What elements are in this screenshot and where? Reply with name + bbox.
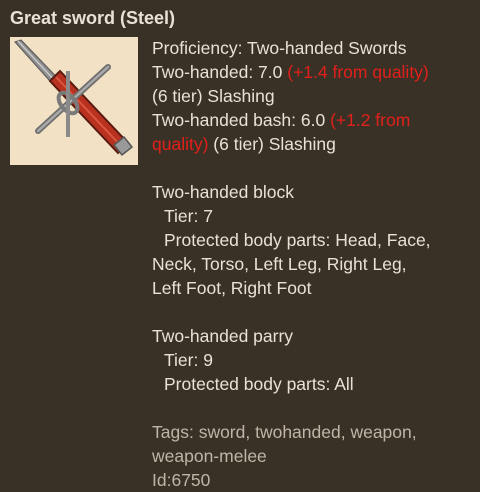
bash-damage: Two-handed bash: 6.0 (+1.2 from [152, 108, 474, 132]
item-title: Great sword (Steel) [10, 8, 176, 28]
two-handed-damage: Two-handed: 7.0 (+1.4 from quality) [152, 60, 474, 84]
two-handed-quality-bonus: (+1.4 from quality) [287, 62, 429, 82]
bash-quality-bonus-2: quality) [152, 134, 209, 154]
bash-quality-bonus-1: (+1.2 from [330, 110, 411, 130]
bash-type: quality) (6 tier) Slashing [152, 132, 474, 156]
item-icon-frame [10, 37, 138, 165]
proficiency-text: Proficiency: Two-handed Swords [152, 38, 407, 58]
block-parts-line-3: Left Foot, Right Foot [152, 278, 312, 298]
two-handed-value: Two-handed: 7.0 [152, 62, 283, 82]
bash-type-text: (6 tier) Slashing [213, 134, 336, 154]
item-stats: Proficiency: Two-handed Swords Two-hande… [152, 36, 474, 492]
tags-line-2: weapon-melee [152, 446, 267, 466]
tags-line-1: Tags: sword, twohanded, weapon, [152, 422, 417, 442]
block-header: Two-handed block [152, 182, 295, 202]
two-handed-type: (6 tier) Slashing [152, 86, 275, 106]
parry-parts: Protected body parts: All [164, 374, 354, 394]
block-tier: Tier: 7 [164, 206, 213, 226]
block-parts-line-1: Protected body parts: Head, Face, [164, 230, 431, 250]
item-id: Id:6750 [152, 470, 211, 490]
item-tooltip: Great sword (Steel) Proficiency: Two-han… [0, 0, 480, 490]
great-sword-icon [14, 39, 134, 157]
parry-tier: Tier: 9 [164, 350, 213, 370]
bash-value: Two-handed bash: 6.0 [152, 110, 326, 130]
parry-header: Two-handed parry [152, 326, 294, 346]
block-parts-line-2: Neck, Torso, Left Leg, Right Leg, [152, 254, 407, 274]
